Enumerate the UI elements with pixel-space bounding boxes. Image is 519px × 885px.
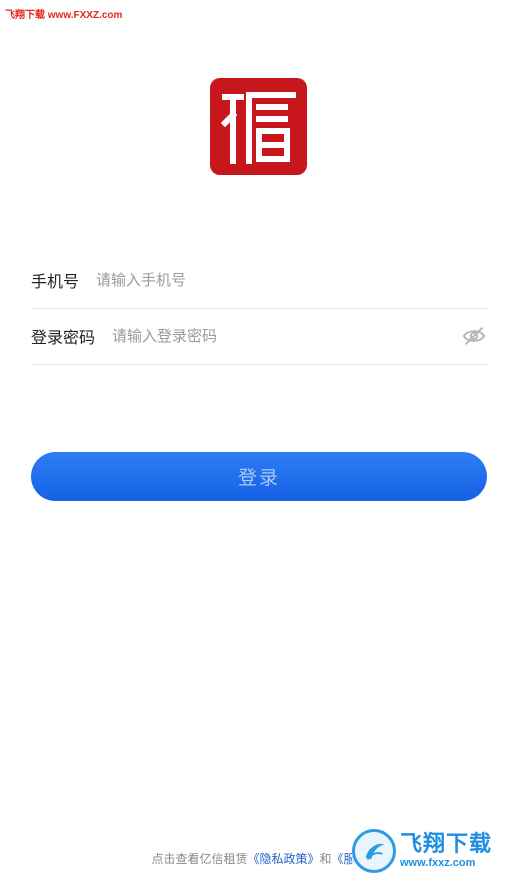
- phone-label: 手机号: [31, 272, 80, 291]
- watermark-title: 飞翔下载: [400, 831, 493, 857]
- password-field: 登录密码: [31, 308, 487, 365]
- privacy-policy-link[interactable]: 《隐私政策》: [247, 852, 319, 866]
- seal-logo-icon: [210, 78, 307, 175]
- watermark-bottom: 飞翔下载 www.fxxz.com: [352, 826, 512, 876]
- agreement-prefix: 点击查看亿信租赁: [151, 852, 248, 866]
- password-label: 登录密码: [31, 328, 96, 347]
- watermark-top-text: 飞翔下载 www.FXXZ.com: [5, 10, 123, 21]
- seal-logo-glyph: [220, 91, 296, 164]
- eye-off-icon[interactable]: [461, 323, 487, 349]
- phone-field: 手机号: [31, 252, 487, 309]
- watermark-url: www.fxxz.com: [400, 856, 476, 869]
- watermark-logo-icon: [352, 829, 396, 873]
- password-input[interactable]: [112, 327, 461, 345]
- phone-input[interactable]: [96, 271, 487, 289]
- agreement-conjunction: 和: [319, 852, 332, 866]
- login-button[interactable]: 登录: [31, 452, 487, 501]
